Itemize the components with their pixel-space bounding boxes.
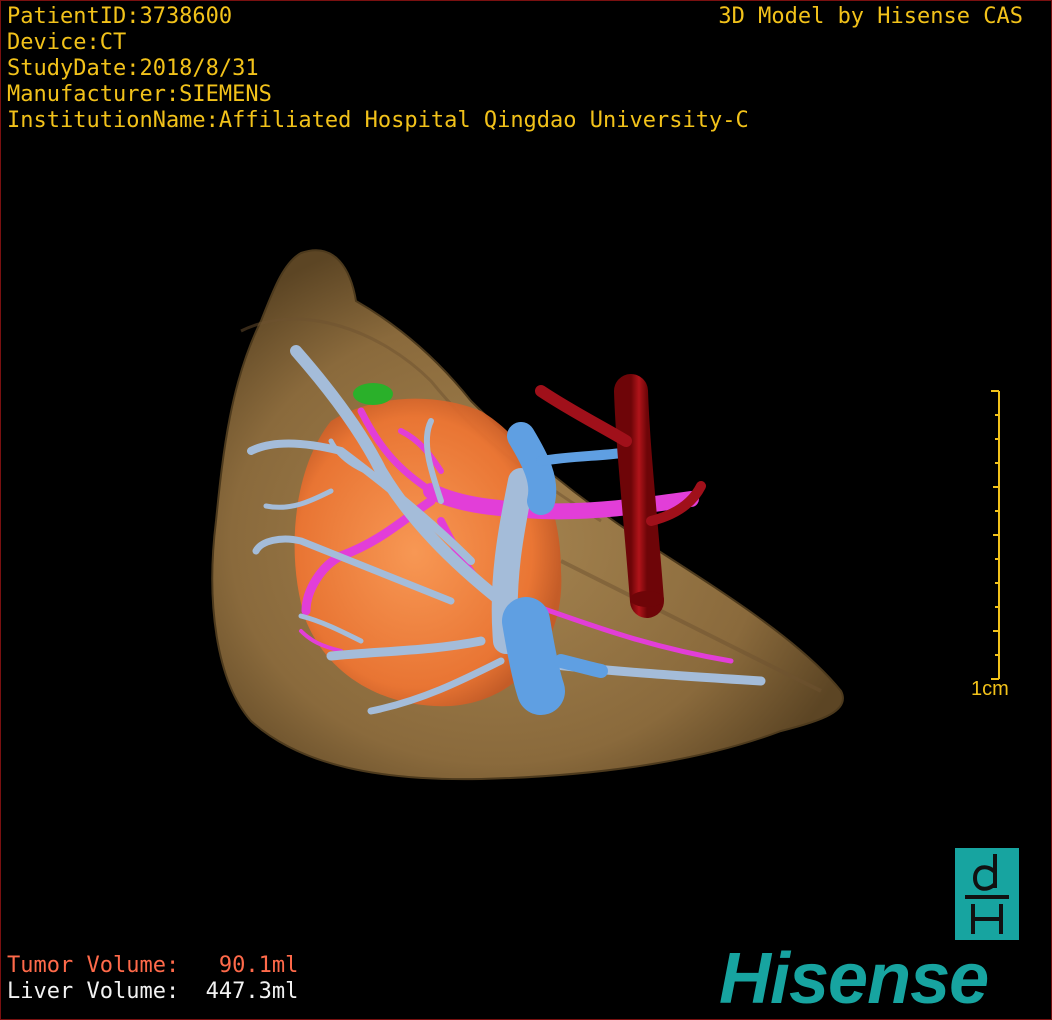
tumor-volume-text: Tumor Volume: 90.1ml [7, 953, 299, 978]
liver-volume-text: Liver Volume: 447.3ml [7, 979, 299, 1004]
device-text: Device:CT [7, 30, 127, 55]
lesion [353, 383, 393, 405]
hisense-logo-mark [955, 848, 1019, 940]
liver-3d-model[interactable] [1, 1, 1052, 1020]
institution-text: InstitutionName:Affiliated Hospital Qing… [7, 108, 749, 133]
dh-icon [965, 854, 1009, 934]
hisense-wordmark: Hisense [719, 939, 989, 1019]
manufacturer-text: Manufacturer:SIEMENS [7, 82, 272, 107]
render-viewport[interactable]: PatientID:3738600 Device:CT StudyDate:20… [0, 0, 1052, 1020]
model-title: 3D Model by Hisense CAS [718, 4, 1023, 29]
scale-bar [991, 390, 1000, 680]
patient-id-text: PatientID:3738600 [7, 4, 233, 29]
study-date-text: StudyDate:2018/8/31 [7, 56, 259, 81]
scale-bar-label: 1cm [971, 678, 1009, 700]
